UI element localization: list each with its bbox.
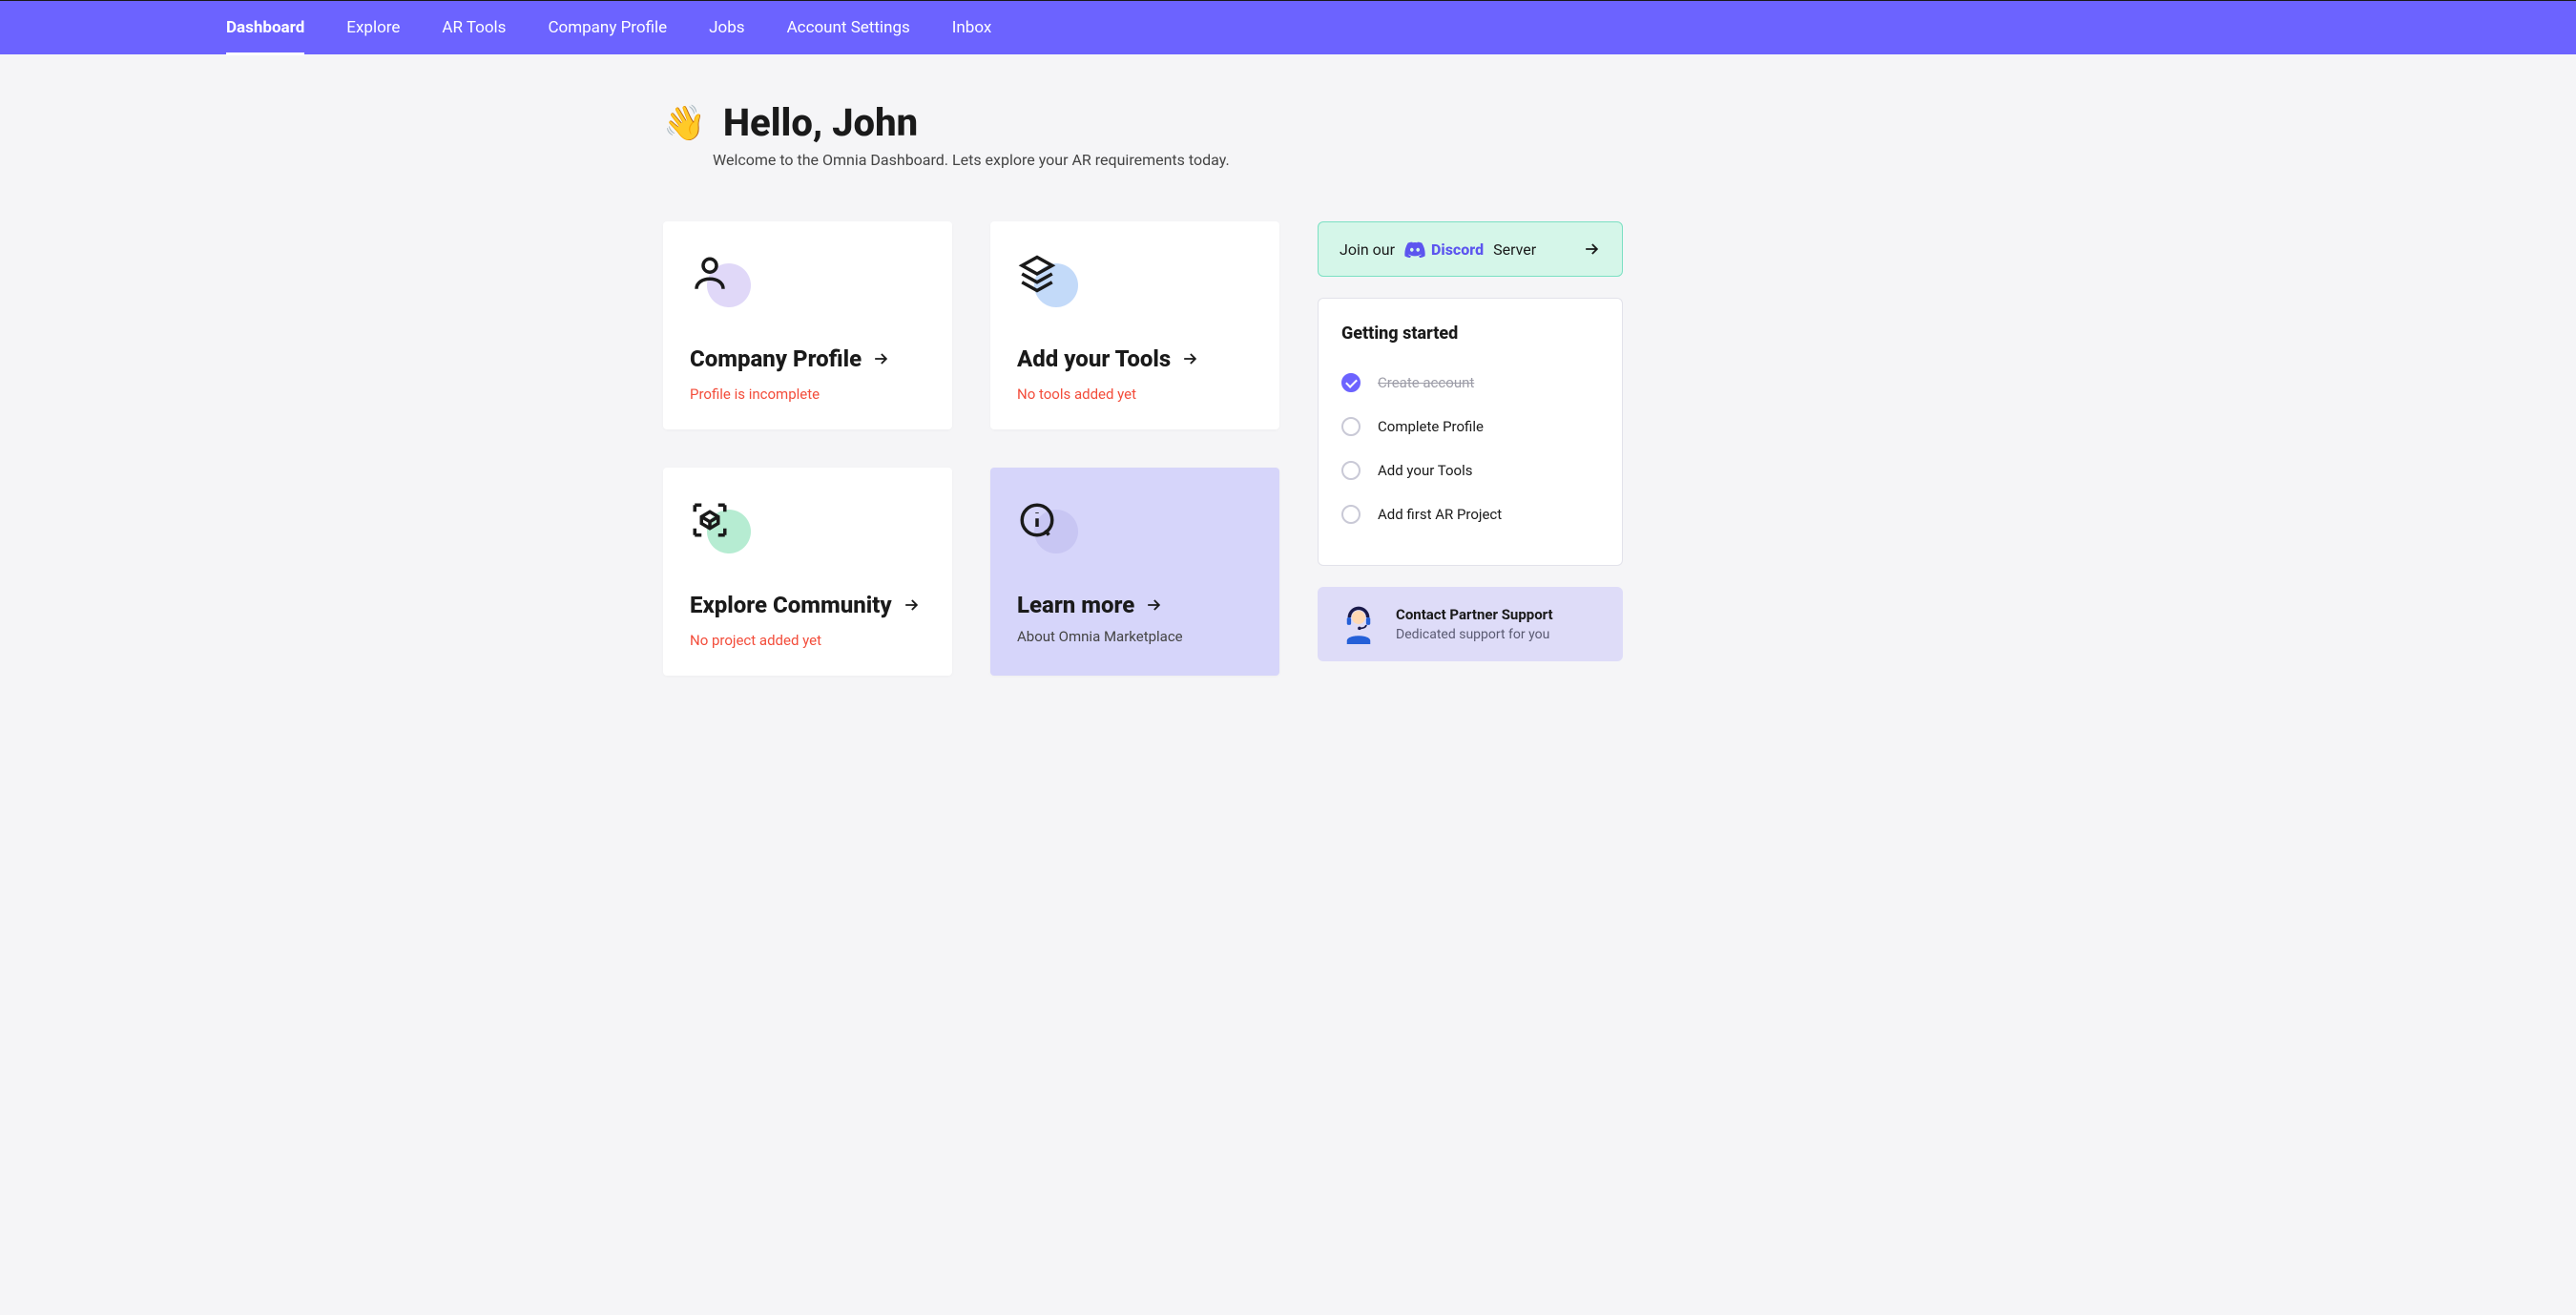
arrow-right-icon	[1180, 349, 1199, 368]
check-icon	[1341, 373, 1361, 392]
discord-banner[interactable]: Join our Discord Server	[1318, 221, 1623, 277]
card-title-text: Company Profile	[690, 345, 862, 372]
nav-jobs[interactable]: Jobs	[688, 1, 765, 55]
card-status: Profile is incomplete	[690, 386, 925, 403]
card-subtitle: About Omnia Marketplace	[1017, 628, 1253, 645]
cube-scan-icon	[690, 500, 730, 540]
nav-company-profile[interactable]: Company Profile	[527, 1, 688, 55]
page-subtitle: Welcome to the Omnia Dashboard. Lets exp…	[713, 151, 1913, 169]
nav-ar-tools[interactable]: AR Tools	[421, 1, 527, 55]
gs-item-complete-profile[interactable]: Complete Profile	[1341, 405, 1599, 449]
top-nav: Dashboard Explore AR Tools Company Profi…	[0, 0, 2576, 54]
card-learn-more[interactable]: Learn more About Omnia Marketplace	[990, 468, 1279, 676]
support-banner[interactable]: Contact Partner Support Dedicated suppor…	[1318, 587, 1623, 661]
gs-item-add-tools[interactable]: Add your Tools	[1341, 449, 1599, 492]
discord-icon	[1404, 240, 1425, 258]
getting-started-panel: Getting started Create account Complete …	[1318, 298, 1623, 566]
discord-logo: Discord	[1404, 240, 1484, 259]
info-icon	[1017, 500, 1057, 540]
discord-prefix: Join our	[1340, 240, 1395, 259]
card-company-profile[interactable]: Company Profile Profile is incomplete	[663, 221, 952, 429]
nav-account-settings[interactable]: Account Settings	[766, 1, 931, 55]
gs-item-add-project[interactable]: Add first AR Project	[1341, 492, 1599, 536]
card-explore-community[interactable]: Explore Community No project added yet	[663, 468, 952, 676]
card-status: No tools added yet	[1017, 386, 1253, 403]
radio-unchecked-icon	[1341, 461, 1361, 480]
gs-item-label: Create account	[1378, 374, 1474, 391]
gs-item-create-account[interactable]: Create account	[1341, 361, 1599, 405]
gs-item-label: Add your Tools	[1378, 462, 1472, 479]
layers-icon	[1017, 254, 1057, 294]
arrow-right-icon	[1582, 240, 1601, 259]
arrow-right-icon	[1144, 595, 1163, 615]
support-agent-icon	[1339, 604, 1379, 644]
arrow-right-icon	[871, 349, 890, 368]
wave-emoji: 👋	[663, 103, 706, 143]
card-status: No project added yet	[690, 632, 925, 649]
nav-explore[interactable]: Explore	[325, 1, 421, 55]
page-greeting: Hello, John	[723, 100, 918, 145]
card-title-text: Learn more	[1017, 592, 1134, 618]
nav-inbox[interactable]: Inbox	[931, 1, 1013, 55]
getting-started-title: Getting started	[1341, 324, 1599, 344]
gs-item-label: Add first AR Project	[1378, 506, 1502, 523]
card-title-text: Explore Community	[690, 592, 892, 618]
card-title-text: Add your Tools	[1017, 345, 1171, 372]
radio-unchecked-icon	[1341, 505, 1361, 524]
card-add-tools[interactable]: Add your Tools No tools added yet	[990, 221, 1279, 429]
arrow-right-icon	[902, 595, 921, 615]
discord-suffix: Server	[1493, 240, 1536, 259]
support-subtitle: Dedicated support for you	[1396, 627, 1553, 642]
gs-item-label: Complete Profile	[1378, 418, 1484, 435]
nav-dashboard[interactable]: Dashboard	[205, 1, 325, 55]
support-title: Contact Partner Support	[1396, 606, 1553, 623]
radio-unchecked-icon	[1341, 417, 1361, 436]
person-icon	[690, 254, 730, 294]
